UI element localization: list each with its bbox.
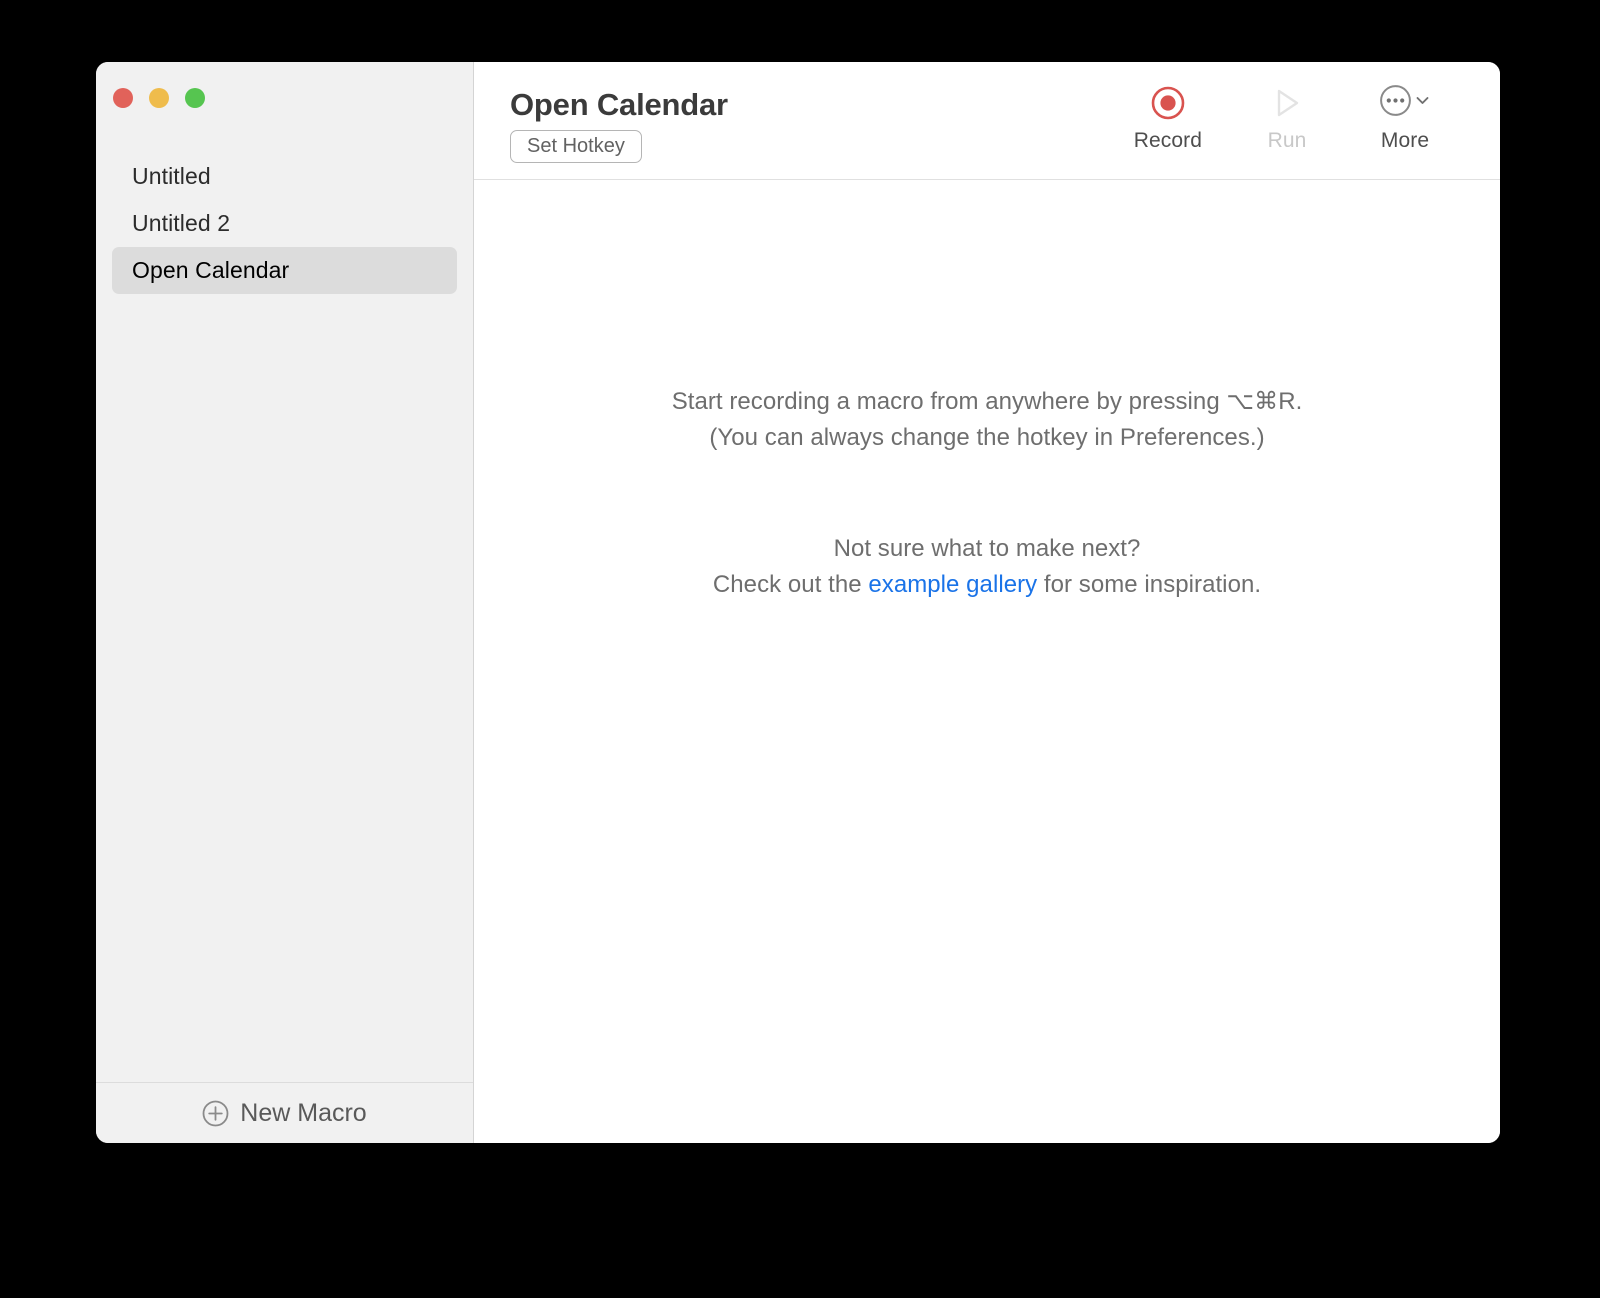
play-icon bbox=[1270, 84, 1304, 122]
more-label: More bbox=[1380, 129, 1430, 152]
run-button[interactable]: Run bbox=[1254, 84, 1320, 153]
chevron-down-icon bbox=[1414, 92, 1431, 114]
sidebar-item-open-calendar[interactable]: Open Calendar bbox=[112, 247, 457, 294]
minimize-window-button[interactable] bbox=[149, 88, 169, 108]
toolbar-actions: Record Run More bbox=[1134, 62, 1500, 153]
window-controls bbox=[96, 62, 473, 114]
sidebar-item-untitled-2[interactable]: Untitled 2 bbox=[112, 200, 457, 247]
hint-line-hotkey: Start recording a macro from anywhere by… bbox=[671, 388, 1303, 415]
empty-state: Start recording a macro from anywhere by… bbox=[474, 180, 1500, 1143]
record-label: Record bbox=[1133, 129, 1202, 152]
sidebar-footer: New Macro bbox=[96, 1082, 473, 1143]
hint-line-preferences: (You can always change the hotkey in Pre… bbox=[709, 424, 1265, 451]
toolbar-left: Open Calendar Set Hotkey bbox=[474, 62, 728, 163]
content-area: Open Calendar Set Hotkey Record Run More… bbox=[474, 62, 1500, 1143]
macro-list: Untitled Untitled 2 Open Calendar bbox=[96, 114, 473, 1082]
new-macro-label: New Macro bbox=[240, 1098, 367, 1127]
ellipsis-circle-icon bbox=[1379, 84, 1412, 122]
new-macro-button[interactable]: New Macro bbox=[192, 1095, 376, 1132]
gallery-text-prefix: Check out the bbox=[712, 571, 869, 598]
sidebar-item-untitled[interactable]: Untitled bbox=[112, 153, 457, 200]
close-window-button[interactable] bbox=[113, 88, 133, 108]
record-button[interactable]: Record bbox=[1134, 84, 1202, 153]
macro-item-label: Untitled 2 bbox=[132, 210, 231, 236]
macro-item-label: Untitled bbox=[132, 163, 211, 189]
hint-line-gallery: Check out the example gallery for some i… bbox=[713, 567, 1261, 603]
page-title: Open Calendar bbox=[510, 87, 728, 122]
gallery-text-suffix: for some inspiration. bbox=[1037, 571, 1262, 598]
toolbar: Open Calendar Set Hotkey Record Run More bbox=[474, 62, 1500, 180]
sidebar: Untitled Untitled 2 Open Calendar New Ma… bbox=[96, 62, 474, 1143]
record-icon bbox=[1151, 84, 1185, 122]
macro-item-label: Open Calendar bbox=[132, 257, 290, 283]
maximize-window-button[interactable] bbox=[185, 88, 205, 108]
plus-circle-icon bbox=[202, 1100, 229, 1127]
run-label: Run bbox=[1267, 129, 1307, 152]
more-button[interactable]: More bbox=[1372, 84, 1438, 153]
example-gallery-link[interactable]: example gallery bbox=[868, 571, 1037, 598]
gallery-hint-block: Not sure what to make next? Check out th… bbox=[713, 531, 1261, 603]
more-icon-group bbox=[1379, 84, 1431, 122]
set-hotkey-button[interactable]: Set Hotkey bbox=[510, 130, 642, 163]
app-window: Untitled Untitled 2 Open Calendar New Ma… bbox=[96, 62, 1500, 1143]
hint-line-next: Not sure what to make next? bbox=[833, 535, 1141, 562]
